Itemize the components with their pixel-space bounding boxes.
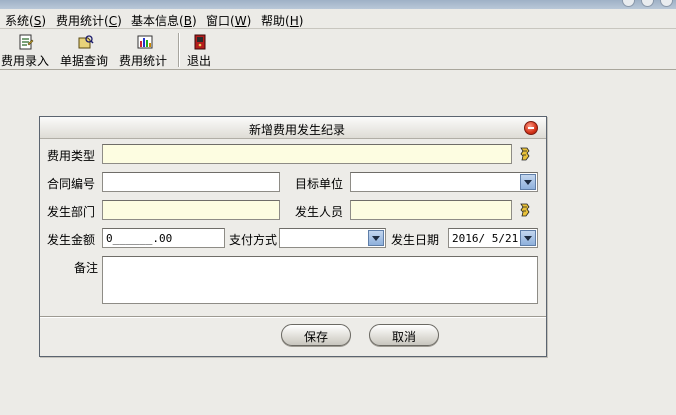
toolbar-expense-entry-label: 费用录入 — [1, 54, 50, 68]
remark-textarea[interactable] — [102, 256, 538, 304]
department-field[interactable] — [102, 200, 280, 220]
save-button[interactable]: 保存 — [281, 324, 351, 346]
new-expense-dialog: 新增费用发生纪录 费用类型 合同编号 目标单位 发生部门 发生人员 发生金额 0… — [39, 116, 547, 357]
toolbar-expense-entry-button[interactable]: 费用录入 — [1, 33, 51, 68]
remark-label: 备注 — [74, 261, 99, 275]
payment-method-select[interactable] — [279, 228, 386, 248]
date-label: 发生日期 — [391, 233, 440, 247]
payment-method-label: 支付方式 — [229, 233, 278, 247]
toolbar-document-query-button[interactable]: 单据查询 — [60, 33, 110, 68]
window-close-button[interactable] — [660, 0, 673, 7]
dialog-title: 新增费用发生纪录 — [249, 123, 346, 137]
dialog-title-bar[interactable]: 新增费用发生纪录 — [40, 117, 546, 139]
menu-window[interactable]: 窗口(W) — [206, 12, 251, 29]
exit-icon — [194, 34, 206, 50]
dialog-button-separator — [40, 316, 546, 318]
window-title-bar — [0, 0, 676, 9]
dialog-close-button[interactable] — [524, 121, 538, 135]
toolbar-document-query-label: 单据查询 — [60, 54, 109, 68]
department-label: 发生部门 — [47, 205, 96, 219]
menubar: 系统(S) 费用统计(C) 基本信息(B) 窗口(W) 帮助(H) — [0, 9, 676, 29]
amount-label: 发生金额 — [47, 233, 96, 247]
toolbar-separator — [178, 33, 180, 67]
toolbar: 费用录入 单据查询 费用统计 退出 — [0, 30, 676, 70]
target-unit-select[interactable] — [350, 172, 538, 192]
toolbar-expense-statistics-label: 费用统计 — [119, 54, 168, 68]
amount-field[interactable]: 0______.00 — [102, 228, 225, 248]
person-label: 发生人员 — [295, 205, 344, 219]
expense-entry-icon — [19, 34, 34, 50]
person-picker-icon[interactable] — [518, 202, 532, 218]
date-dropdown-icon[interactable] — [520, 230, 536, 246]
expense-type-label: 费用类型 — [47, 149, 96, 163]
menu-system[interactable]: 系统(S) — [5, 12, 46, 29]
window-maximize-button[interactable] — [641, 0, 654, 7]
document-query-icon — [78, 35, 94, 49]
toolbar-exit-button[interactable]: 退出 — [187, 33, 213, 68]
contract-no-field[interactable] — [102, 172, 280, 192]
payment-method-dropdown-icon[interactable] — [368, 230, 384, 246]
cancel-button[interactable]: 取消 — [369, 324, 439, 346]
target-unit-label: 目标单位 — [295, 177, 344, 191]
menu-help[interactable]: 帮助(H) — [261, 12, 303, 29]
expense-statistics-icon — [137, 35, 153, 49]
expense-type-field[interactable] — [102, 144, 512, 164]
window-minimize-button[interactable] — [622, 0, 635, 7]
expense-type-picker-icon[interactable] — [518, 146, 532, 162]
person-field[interactable] — [350, 200, 512, 220]
target-unit-dropdown-icon[interactable] — [520, 174, 536, 190]
toolbar-exit-label: 退出 — [187, 54, 212, 68]
toolbar-expense-statistics-button[interactable]: 费用统计 — [119, 33, 169, 68]
menu-expense-statistics[interactable]: 费用统计(C) — [56, 12, 122, 29]
date-picker[interactable]: 2016/ 5/21 — [448, 228, 538, 248]
contract-no-label: 合同编号 — [47, 177, 96, 191]
menu-basic-info[interactable]: 基本信息(B) — [131, 12, 197, 29]
